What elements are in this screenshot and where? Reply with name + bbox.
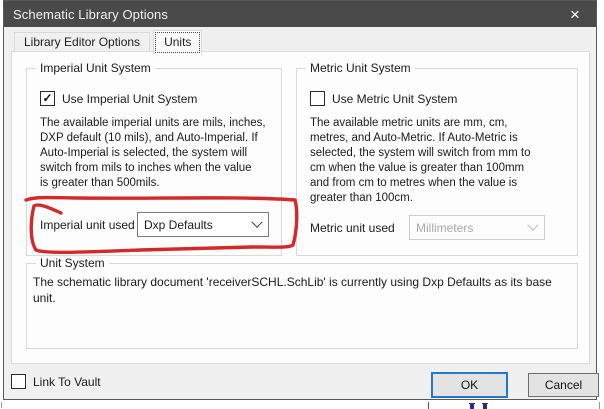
imperial-group-title: Imperial Unit System <box>36 61 155 75</box>
background-tick-mark <box>1 402 2 408</box>
metric-group-title: Metric Unit System <box>306 61 415 75</box>
chevron-down-icon <box>522 216 544 239</box>
tab-library-editor-options[interactable]: Library Editor Options <box>14 32 150 53</box>
link-to-vault-label: Link To Vault <box>33 375 101 389</box>
background-tick-mark <box>428 402 429 409</box>
metric-unit-used-label: Metric unit used <box>310 221 395 235</box>
imperial-unit-value: Dxp Defaults <box>138 218 246 232</box>
checkmark-icon: ✓ <box>42 93 52 104</box>
metric-unit-dropdown: Millimeters <box>409 215 545 240</box>
metric-unit-value: Millimeters <box>410 221 522 235</box>
imperial-description: The available imperial units are mils, i… <box>40 116 266 191</box>
tab-units[interactable]: Units <box>153 30 202 55</box>
unit-system-text: The schematic library document 'receiver… <box>33 275 552 306</box>
title-bar: Schematic Library Options × <box>4 1 596 27</box>
metric-unit-system-group: Metric Unit System Use Metric Unit Syste… <box>296 68 578 256</box>
checkbox-unchecked-icon[interactable] <box>310 91 325 106</box>
background-blue-mark <box>470 404 474 409</box>
imperial-unit-system-group: Imperial Unit System ✓ Use Imperial Unit… <box>26 68 282 256</box>
units-tab-page: Imperial Unit System ✓ Use Imperial Unit… <box>11 51 590 364</box>
background-tick-mark <box>599 402 600 409</box>
chevron-down-icon[interactable] <box>246 213 268 236</box>
ok-button[interactable]: OK <box>431 372 508 398</box>
background-blue-mark <box>483 404 487 409</box>
use-imperial-checkbox[interactable]: ✓ Use Imperial Unit System <box>40 91 197 106</box>
unit-system-group: Unit System The schematic library docume… <box>26 263 578 349</box>
dialog-title: Schematic Library Options <box>4 7 168 22</box>
imperial-unit-used-label: Imperial unit used <box>40 218 135 232</box>
link-to-vault-checkbox[interactable]: Link To Vault <box>11 374 101 389</box>
use-metric-label: Use Metric Unit System <box>332 92 457 106</box>
cancel-button[interactable]: Cancel <box>528 373 599 397</box>
checkbox-checked-icon[interactable]: ✓ <box>40 91 55 106</box>
close-icon[interactable]: × <box>554 1 596 27</box>
unit-system-group-title: Unit System <box>36 256 109 270</box>
use-metric-checkbox[interactable]: Use Metric Unit System <box>310 91 457 106</box>
schematic-library-options-dialog: Schematic Library Options × Library Edit… <box>3 0 597 400</box>
metric-description: The available metric units are mm, cm, m… <box>310 116 530 206</box>
checkbox-unchecked-icon[interactable] <box>11 374 26 389</box>
tab-bar: Library Editor Options Units <box>14 33 202 53</box>
use-imperial-label: Use Imperial Unit System <box>62 92 197 106</box>
imperial-unit-dropdown[interactable]: Dxp Defaults <box>137 212 269 237</box>
